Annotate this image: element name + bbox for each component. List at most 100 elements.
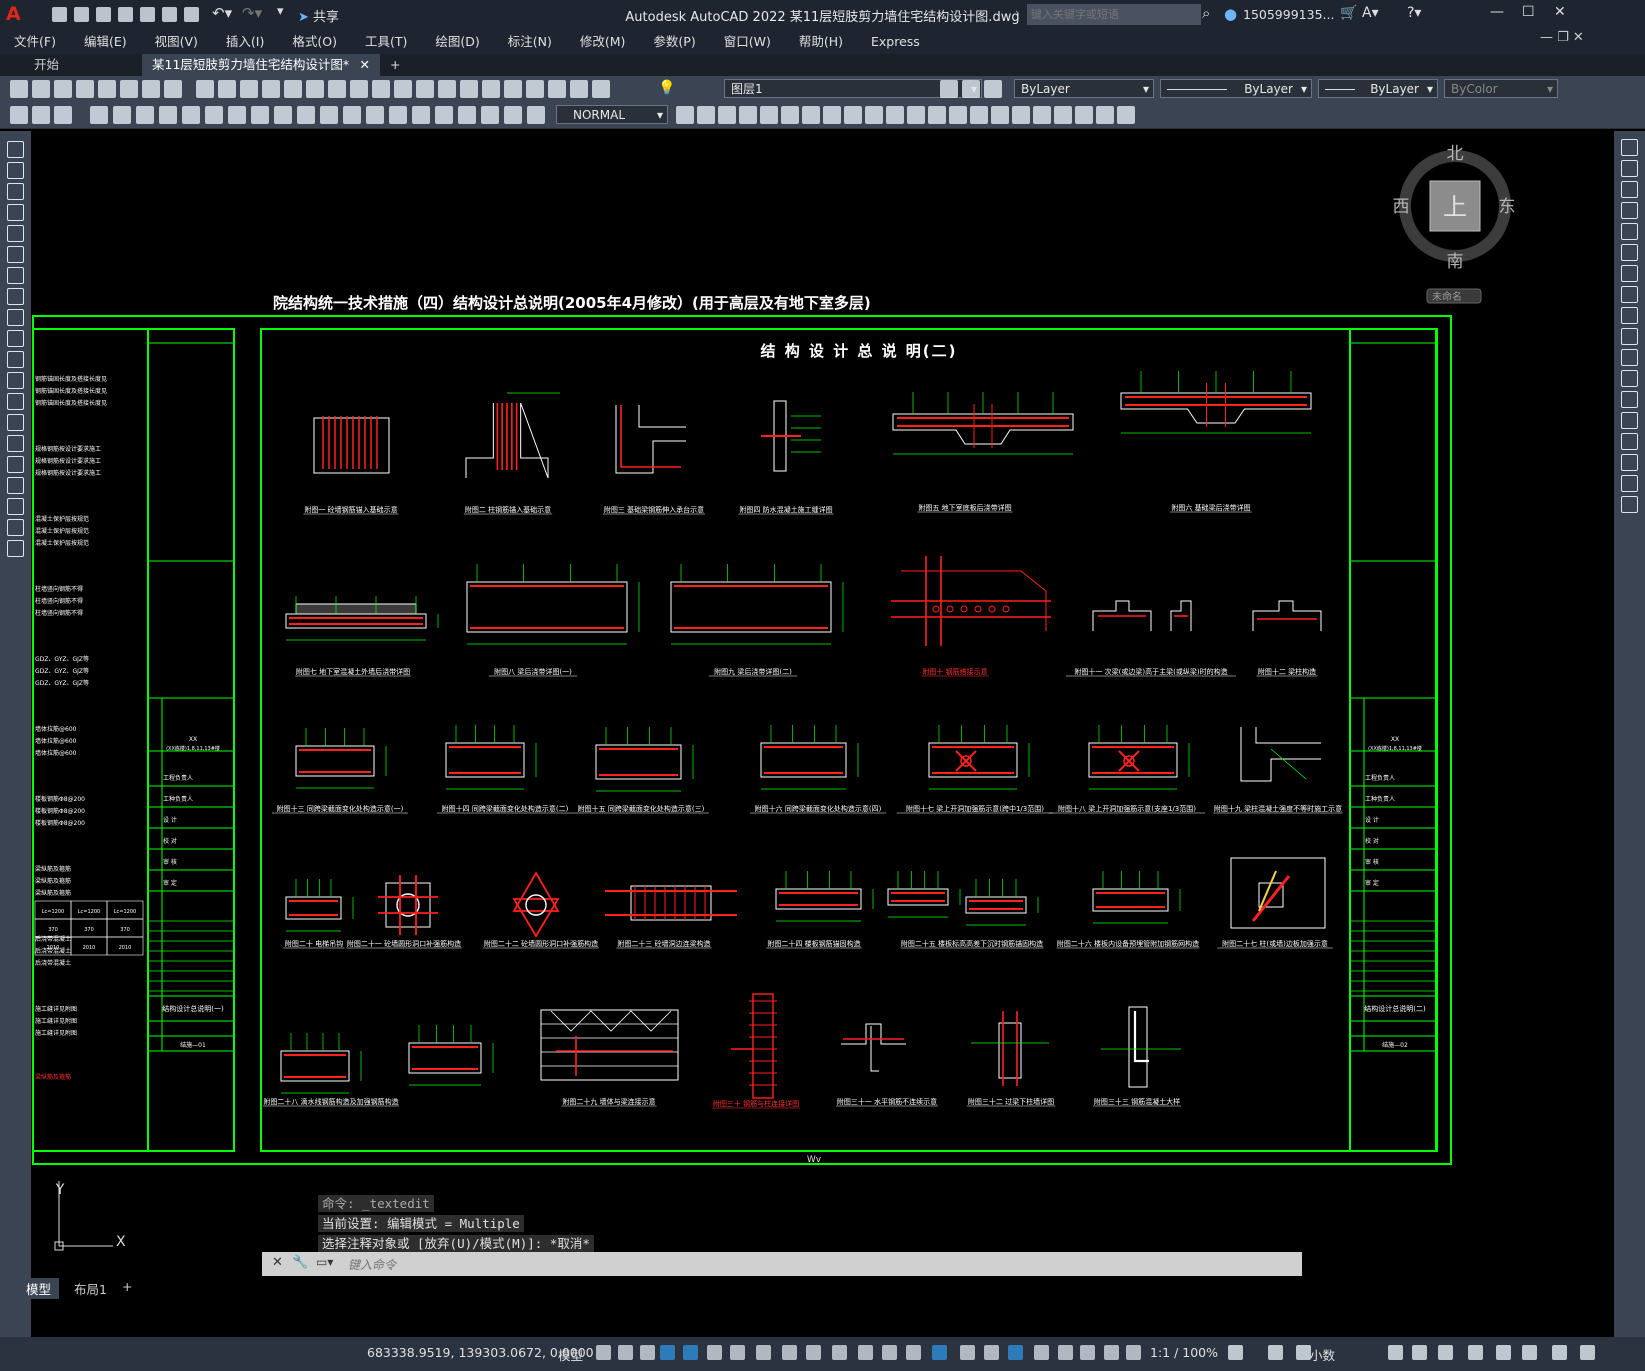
modify-tool-9-icon[interactable] — [1621, 307, 1638, 324]
draw-tool-10-icon[interactable] — [7, 330, 24, 347]
mod-tool-6-icon[interactable] — [781, 106, 799, 124]
status-tool-6-icon[interactable] — [1438, 1345, 1453, 1360]
layer-tool-2-icon[interactable] — [962, 80, 980, 98]
dim-tool-13-icon[interactable] — [366, 106, 384, 124]
modify-tool-11-icon[interactable] — [1621, 349, 1638, 366]
status-toggle-3-icon[interactable] — [640, 1345, 655, 1360]
mod-tool-3-icon[interactable] — [718, 106, 736, 124]
draw-tool-3-icon[interactable] — [7, 183, 24, 200]
mod-tool-4-icon[interactable] — [739, 106, 757, 124]
modify-tool-4-icon[interactable] — [1621, 202, 1638, 219]
close-icon[interactable]: ✕ — [272, 1255, 283, 1270]
draw-tool-20-icon[interactable] — [7, 540, 24, 557]
status-toggle-4-icon[interactable] — [660, 1345, 675, 1360]
draw-tool-17-icon[interactable] — [7, 477, 24, 494]
status-tool-8-icon[interactable] — [1496, 1345, 1511, 1360]
modify-tool-5-icon[interactable] — [1621, 223, 1638, 240]
lineweight-select[interactable]: ByLayer ▾ — [1318, 79, 1438, 98]
mod-tool-1-icon[interactable] — [676, 106, 694, 124]
mod-tool-2-icon[interactable] — [697, 106, 715, 124]
dim-tool-1-icon[interactable] — [90, 106, 108, 124]
draw-tool-8-icon[interactable] — [7, 288, 24, 305]
minimize-button[interactable]: — — [1490, 4, 1504, 20]
menu-modify[interactable]: 修改(M) — [566, 30, 640, 54]
modify-tool-8-icon[interactable] — [1621, 286, 1638, 303]
status-toggle-17-icon[interactable] — [984, 1345, 999, 1360]
prop-tool-1-icon[interactable] — [372, 80, 390, 98]
status-tool-7-icon[interactable] — [1468, 1345, 1483, 1360]
nav-tool-2-icon[interactable] — [218, 80, 236, 98]
mod-tool-11-icon[interactable] — [886, 106, 904, 124]
cart-icon[interactable]: 🛒 — [1340, 5, 1357, 21]
dim-tool-10-icon[interactable] — [297, 106, 315, 124]
dim-tool-19-icon[interactable] — [504, 106, 522, 124]
std-tool-8-icon[interactable] — [164, 80, 182, 98]
prop-tool-5-icon[interactable] — [460, 80, 478, 98]
status-toggle-20-icon[interactable] — [1058, 1345, 1073, 1360]
viewcube-north[interactable]: 北 — [1447, 144, 1464, 164]
dim-tool-4-icon[interactable] — [159, 106, 177, 124]
prop-tool-8-icon[interactable] — [526, 80, 544, 98]
modify-tool-12-icon[interactable] — [1621, 370, 1638, 387]
prop-tool-7-icon[interactable] — [504, 80, 522, 98]
nav-tool-5-icon[interactable] — [284, 80, 302, 98]
draw-tool-13-icon[interactable] — [7, 393, 24, 410]
status-tool-5-icon[interactable] — [1412, 1345, 1427, 1360]
tab-close-icon[interactable]: ✕ — [360, 54, 370, 76]
modify-tool-10-icon[interactable] — [1621, 328, 1638, 345]
dim-tool-16-icon[interactable] — [435, 106, 453, 124]
status-toggle-1-icon[interactable] — [596, 1345, 611, 1360]
menu-insert[interactable]: 插入(I) — [212, 30, 278, 54]
user-icon[interactable]: ● — [1224, 5, 1237, 23]
draw-tool-1-icon[interactable] — [7, 141, 24, 158]
tab-add-layout[interactable]: + — [118, 1278, 136, 1295]
dim-tool-20-icon[interactable] — [527, 106, 545, 124]
user-name[interactable]: 1505999135... — [1243, 7, 1334, 22]
dim-tool-5-icon[interactable] — [182, 106, 200, 124]
status-tool-10-icon[interactable] — [1552, 1345, 1567, 1360]
nav-tool-4-icon[interactable] — [262, 80, 280, 98]
status-toggle-5-icon[interactable] — [683, 1345, 698, 1360]
units-select[interactable]: 小数 — [1310, 1345, 1335, 1364]
menu-file[interactable]: 文件(F) — [0, 30, 70, 54]
menu-help[interactable]: 帮助(H) — [785, 30, 857, 54]
modify-tool-1-icon[interactable] — [1621, 139, 1638, 156]
status-toggle-2-icon[interactable] — [618, 1345, 633, 1360]
search-input[interactable] — [1027, 4, 1201, 25]
modify-tool-7-icon[interactable] — [1621, 265, 1638, 282]
status-tool-3-icon[interactable] — [1296, 1345, 1311, 1360]
status-toggle-13-icon[interactable] — [882, 1345, 897, 1360]
search-expand-icon[interactable]: › — [1015, 6, 1019, 19]
nav-tool-3-icon[interactable] — [240, 80, 258, 98]
nav-tool-8-icon[interactable] — [350, 80, 368, 98]
menu-draw[interactable]: 绘图(D) — [421, 30, 493, 54]
mod-tool-9-icon[interactable] — [844, 106, 862, 124]
close-button[interactable]: ✕ — [1554, 4, 1566, 20]
menu-express[interactable]: Express — [857, 30, 934, 54]
modify-tool-18-icon[interactable] — [1621, 496, 1638, 513]
modify-tool-15-icon[interactable] — [1621, 433, 1638, 450]
prop-tool-2-icon[interactable] — [394, 80, 412, 98]
menu-dimension[interactable]: 标注(N) — [494, 30, 566, 54]
modify-tool-14-icon[interactable] — [1621, 412, 1638, 429]
dim-tool-9-icon[interactable] — [274, 106, 292, 124]
dim-tool-18-icon[interactable] — [481, 106, 499, 124]
model-space-toggle[interactable]: 模型 — [558, 1345, 583, 1364]
status-toggle-18-icon[interactable] — [1008, 1345, 1023, 1360]
tab-start[interactable]: 开始 — [24, 54, 69, 76]
status-toggle-16-icon[interactable] — [960, 1345, 975, 1360]
modify-tool-6-icon[interactable] — [1621, 244, 1638, 261]
modify-tool-16-icon[interactable] — [1621, 454, 1638, 471]
status-toggle-9-icon[interactable] — [782, 1345, 797, 1360]
status-toggle-10-icon[interactable] — [806, 1345, 821, 1360]
dim-tool-17-icon[interactable] — [458, 106, 476, 124]
draw-tool-7-icon[interactable] — [7, 267, 24, 284]
command-recent-icon[interactable]: ▭▾ — [316, 1255, 333, 1269]
status-tool-2-icon[interactable] — [1268, 1345, 1283, 1360]
draw-tool-15-icon[interactable] — [7, 435, 24, 452]
status-toggle-15-icon[interactable] — [932, 1345, 947, 1360]
draw-tool-14-icon[interactable] — [7, 414, 24, 431]
plotstyle-select[interactable]: ByColor ▾ — [1444, 79, 1558, 98]
status-tool-11-icon[interactable] — [1580, 1345, 1595, 1360]
mod-tool-13-icon[interactable] — [928, 106, 946, 124]
